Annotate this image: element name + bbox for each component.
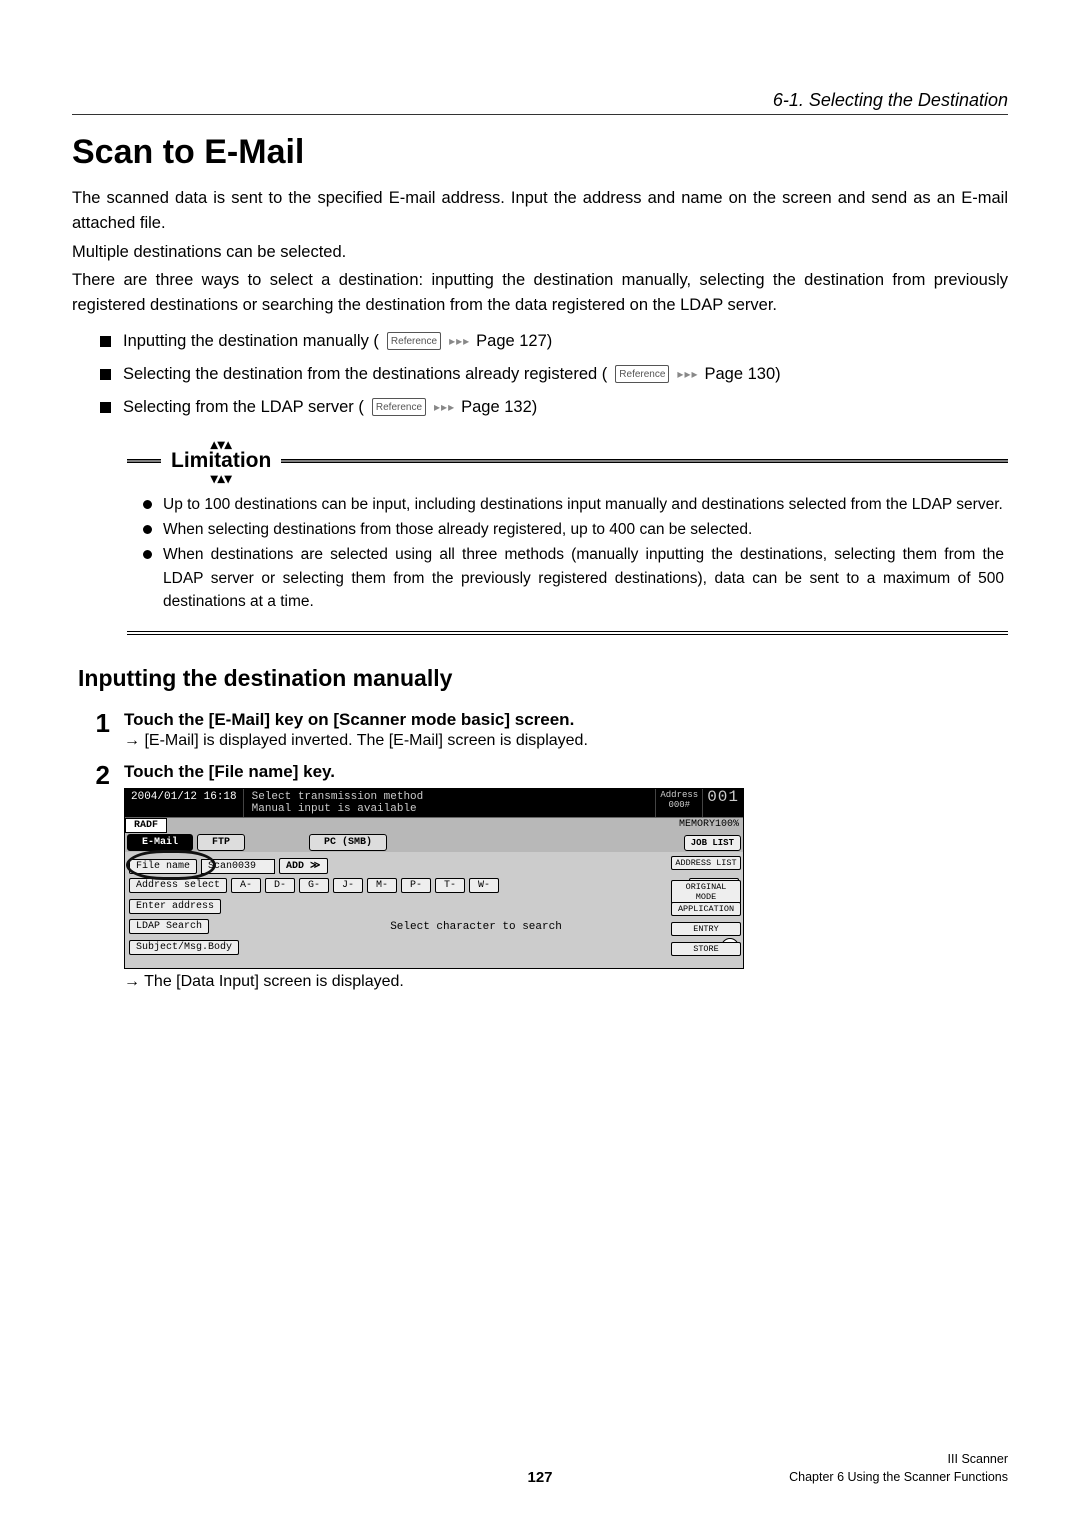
page-footer: 127 III Scanner Chapter 6 Using the Scan… [72,1451,1008,1486]
step-text: → The [Data Input] screen is displayed. [124,973,1008,991]
ui-hint-text: Select character to search [213,921,739,933]
ui-joblist-button[interactable]: JOB LIST [684,835,741,851]
page-title: Scan to E-Mail [72,133,1008,172]
ui-application-button[interactable]: APPLICATION [671,902,741,916]
ui-ldap-search-button[interactable]: LDAP Search [129,919,209,934]
ui-address-list-button[interactable]: ADDRESS LIST [671,856,741,870]
bullet-icon [100,369,111,380]
ui-letter-key[interactable]: D- [265,878,295,893]
scanner-screenshot: 2004/01/12 16:18 Select transmission met… [124,788,744,969]
page-number: 127 [527,1469,552,1486]
method-ldap: Selecting from the LDAP server ( Referen… [100,398,1008,417]
intro-p1: The scanned data is sent to the specifie… [72,186,1008,236]
bullet-icon [100,336,111,347]
ui-radf-indicator: RADF [125,818,167,833]
footer-part: III Scanner [789,1451,1008,1469]
limitation-rule-left [127,459,161,463]
ui-letter-key[interactable]: G- [299,878,329,893]
ui-letter-key[interactable]: T- [435,878,465,893]
ui-tab-pcsmb[interactable]: PC (SMB) [309,834,387,851]
intro-p2: Multiple destinations can be selected. [72,240,1008,265]
ui-address-select-button[interactable]: Address select [129,878,227,893]
method-manual: Inputting the destination manually ( Ref… [100,332,1008,351]
ui-letter-key[interactable]: M- [367,878,397,893]
limitation-rule-right [281,459,1008,463]
ui-letter-key[interactable]: A- [231,878,261,893]
ui-entry-button[interactable]: ENTRY [671,922,741,936]
ui-memory-indicator: MEMORY100% [675,818,743,833]
section-header: 6-1. Selecting the Destination [72,90,1008,115]
limitation-item: When destinations are selected using all… [143,543,1004,613]
ui-datetime: 2004/01/12 16:18 [125,789,244,817]
ui-original-mode-button[interactable]: ORIGINAL MODE [671,880,741,904]
ui-store-button[interactable]: STORE [671,942,741,956]
step-title: Touch the [E-Mail] key on [Scanner mode … [124,710,1008,730]
ui-file-name-field[interactable]: Scan0039 [201,859,275,874]
limitation-item: Up to 100 destinations can be input, inc… [143,493,1004,516]
limitation-label: ▴▾▴ Limitation ▾▴▾ [165,439,277,483]
intro-p3: There are three ways to select a destina… [72,268,1008,318]
ui-tab-email[interactable]: E-Mail [127,834,193,851]
step-title: Touch the [File name] key. [124,762,1008,782]
ref-arrow-icon: ▸▸▸ [677,367,698,381]
ui-enter-address-button[interactable]: Enter address [129,899,221,914]
bullet-icon [100,402,111,413]
ui-job-number: 001 [702,789,743,817]
limitation-section: ▴▾▴ Limitation ▾▴▾ Up to 100 destination… [127,439,1008,635]
limitation-crown-icon: ▾▴▾ [211,473,232,483]
step-1: 1 Touch the [E-Mail] key on [Scanner mod… [88,710,1008,752]
step-2: 2 Touch the [File name] key. 2004/01/12 … [88,762,1008,993]
step-number: 1 [88,710,110,736]
ui-add-button[interactable]: ADD ≫ [279,858,327,874]
ui-top-message: Select transmission method Manual input … [244,789,656,817]
ui-letter-key[interactable]: P- [401,878,431,893]
ref-arrow-icon: ▸▸▸ [449,334,470,348]
ui-subject-body-button[interactable]: Subject/Msg.Body [129,940,239,955]
method-registered: Selecting the destination from the desti… [100,365,1008,384]
subheading: Inputting the destination manually [78,665,1008,692]
footer-chapter: Chapter 6 Using the Scanner Functions [789,1469,1008,1487]
ui-letter-key[interactable]: J- [333,878,363,893]
ui-address-counter: Address 000# [655,789,702,817]
step-text: → [E-Mail] is displayed inverted. The [E… [124,732,1008,750]
ui-file-name-button[interactable]: File name [129,859,197,874]
step-number: 2 [88,762,110,788]
limitation-item: When selecting destinations from those a… [143,518,1004,541]
reference-badge: Reference [387,332,441,350]
ui-tab-ftp[interactable]: FTP [197,834,245,851]
reference-badge: Reference [372,398,426,416]
ref-arrow-icon: ▸▸▸ [434,400,455,414]
limitation-crown-icon: ▴▾▴ [211,439,232,449]
reference-badge: Reference [615,365,669,383]
ui-letter-key[interactable]: W- [469,878,499,893]
